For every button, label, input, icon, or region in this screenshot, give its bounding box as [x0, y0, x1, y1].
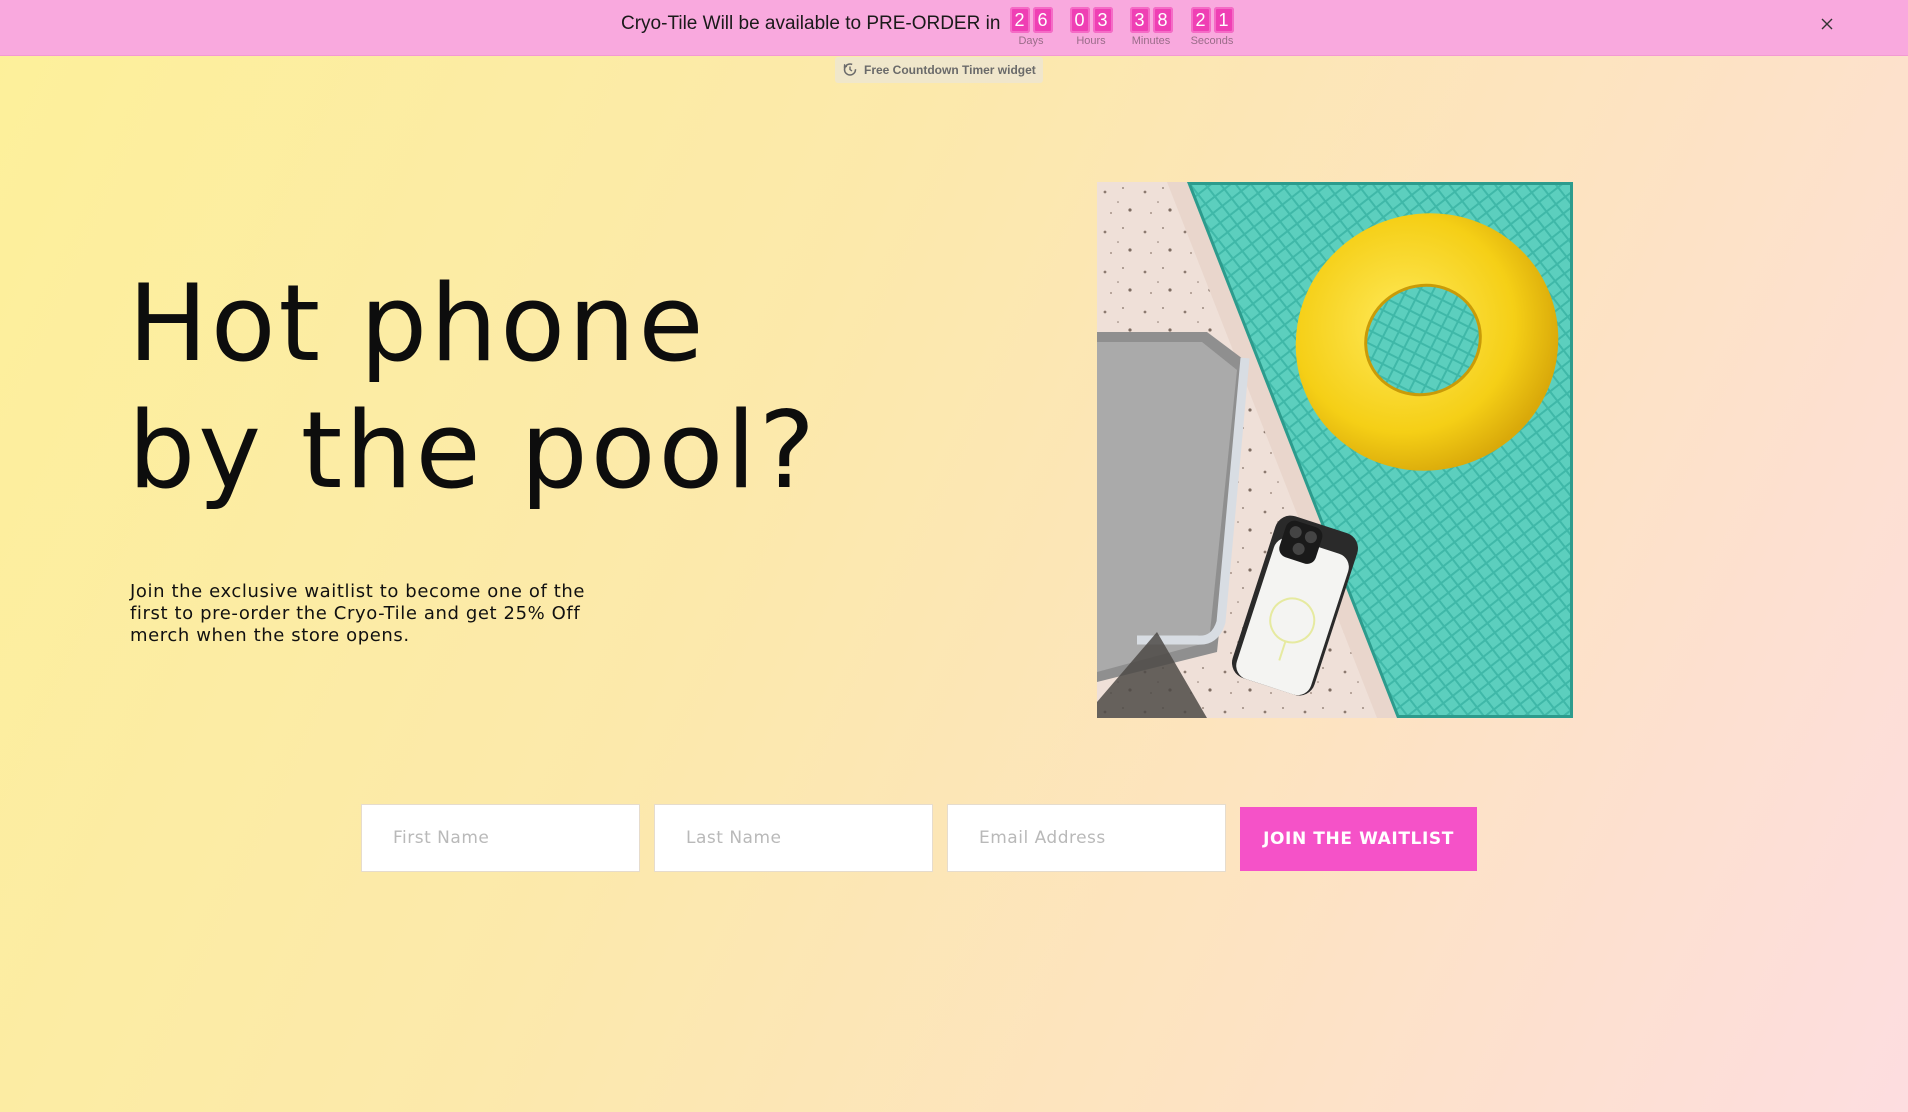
- hero-title: Hot phone by the pool?: [128, 260, 928, 514]
- first-name-field[interactable]: [361, 804, 640, 872]
- countdown-digit: 2: [1009, 7, 1030, 33]
- countdown-digit: 3: [1092, 7, 1113, 33]
- last-name-field[interactable]: [654, 804, 933, 872]
- countdown-widget-badge[interactable]: Free Countdown Timer widget: [835, 57, 1043, 83]
- countdown-days: 2 6 Days: [1007, 7, 1055, 47]
- countdown-digit: 3: [1129, 7, 1150, 33]
- timer-icon: [842, 61, 858, 80]
- hero-title-line: by the pool?: [128, 389, 819, 512]
- hero-title-line: Hot phone: [128, 262, 707, 385]
- countdown-minutes: 3 8 Minutes: [1127, 7, 1175, 47]
- countdown-digit: 0: [1069, 7, 1090, 33]
- close-icon[interactable]: [1817, 14, 1837, 34]
- pool-phone-image: [1097, 182, 1573, 718]
- countdown-digit: 2: [1190, 7, 1211, 33]
- countdown-digit: 8: [1152, 7, 1173, 33]
- countdown-hours: 0 3 Hours: [1067, 7, 1115, 47]
- countdown-label: Minutes: [1131, 35, 1171, 47]
- countdown-label: Hours: [1076, 35, 1106, 47]
- countdown-digit: 1: [1213, 7, 1234, 33]
- countdown-seconds: 2 1 Seconds: [1188, 7, 1236, 47]
- countdown-label: Seconds: [1190, 35, 1234, 47]
- hero-subtitle: Join the exclusive waitlist to become on…: [130, 581, 586, 646]
- join-waitlist-button[interactable]: JOIN THE WAITLIST: [1240, 807, 1477, 871]
- announcement-bar: Cryo-Tile Will be available to PRE-ORDER…: [0, 0, 1908, 56]
- countdown-digit: 6: [1032, 7, 1053, 33]
- widget-badge-label: Free Countdown Timer widget: [864, 63, 1036, 77]
- announcement-message: Cryo-Tile Will be available to PRE-ORDER…: [621, 13, 1001, 34]
- countdown-label: Days: [1018, 35, 1044, 47]
- email-field[interactable]: [947, 804, 1226, 872]
